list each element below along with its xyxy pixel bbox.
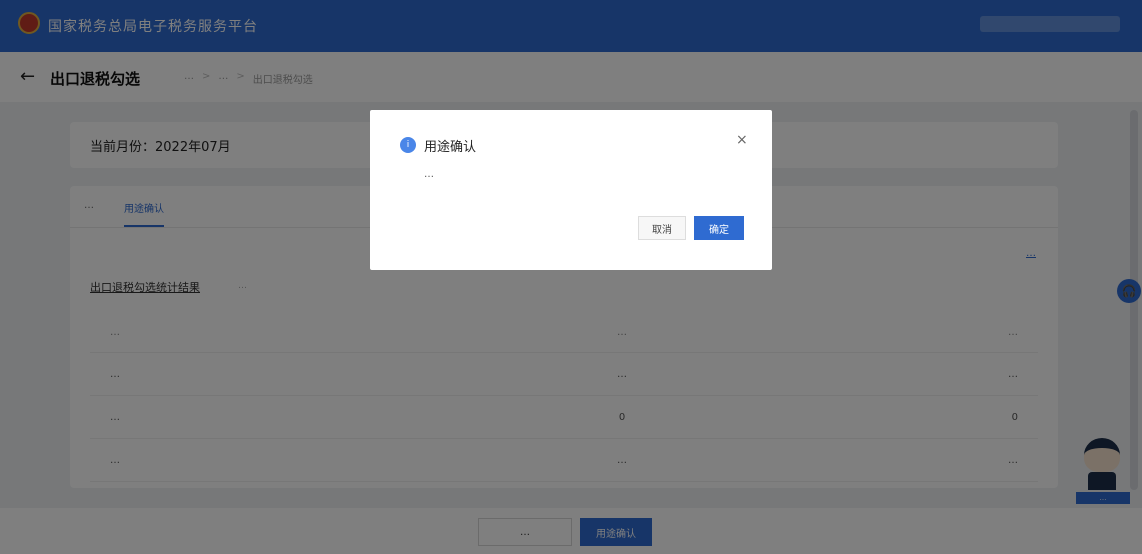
confirm-button[interactable]: 确定 bbox=[694, 216, 744, 240]
dialog-title: 用途确认 bbox=[424, 140, 477, 155]
close-icon[interactable]: × bbox=[736, 132, 748, 148]
info-icon: i bbox=[400, 137, 416, 153]
modal-overlay[interactable] bbox=[0, 0, 1142, 554]
confirm-dialog: i 用途确认 × … 取消 确定 bbox=[370, 110, 772, 270]
cancel-button[interactable]: 取消 bbox=[638, 216, 686, 240]
dialog-message: … bbox=[424, 169, 434, 180]
